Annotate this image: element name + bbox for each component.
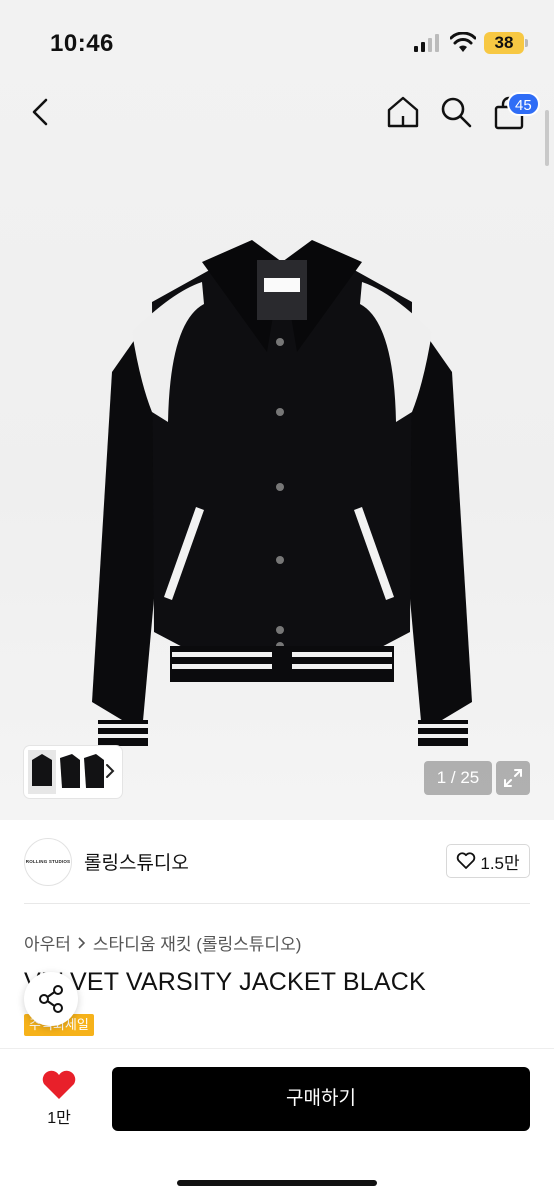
- brand-logo[interactable]: ROLLING STUDIOS: [24, 838, 72, 886]
- breadcrumb-subcategory[interactable]: 스타디움 재킷 (롤링스튜디오): [93, 930, 301, 955]
- brand-name[interactable]: 롤링스튜디오: [84, 848, 189, 875]
- signal-icon: [414, 34, 439, 52]
- share-icon: [39, 985, 63, 1013]
- wifi-icon: [450, 32, 476, 52]
- battery-cap: [525, 39, 528, 47]
- expand-icon: [504, 769, 522, 787]
- home-icon[interactable]: [386, 95, 420, 129]
- search-icon[interactable]: [440, 96, 472, 128]
- divider: [24, 903, 530, 904]
- breadcrumb: 아우터 스타디움 재킷 (롤링스튜디오): [24, 930, 301, 955]
- breadcrumb-category[interactable]: 아우터: [24, 930, 71, 955]
- chevron-right-icon[interactable]: [102, 760, 118, 782]
- product-title: VELVET VARSITY JACKET BLACK: [24, 968, 426, 996]
- status-bar: 10:46 38: [0, 0, 554, 80]
- battery-indicator: 38: [484, 32, 524, 54]
- scrollbar[interactable]: [545, 110, 549, 166]
- back-icon[interactable]: [26, 96, 58, 128]
- chevron-right-icon: [78, 936, 86, 949]
- heart-icon[interactable]: [40, 1070, 78, 1100]
- heart-outline-icon: [457, 852, 476, 869]
- home-indicator: [177, 1180, 377, 1186]
- image-counter: 1 / 25: [424, 761, 492, 795]
- status-time: 10:46: [50, 30, 114, 57]
- brand-like-count: 1.5만: [480, 853, 520, 873]
- product-image[interactable]: [92, 232, 472, 752]
- share-button[interactable]: [24, 972, 78, 1026]
- buy-button[interactable]: 구매하기: [112, 1067, 530, 1131]
- like-count: 1만: [47, 1110, 71, 1127]
- fullscreen-button[interactable]: [496, 761, 530, 795]
- cart-count-badge: 45: [507, 92, 540, 116]
- brand-like-button[interactable]: 1.5만: [446, 844, 530, 878]
